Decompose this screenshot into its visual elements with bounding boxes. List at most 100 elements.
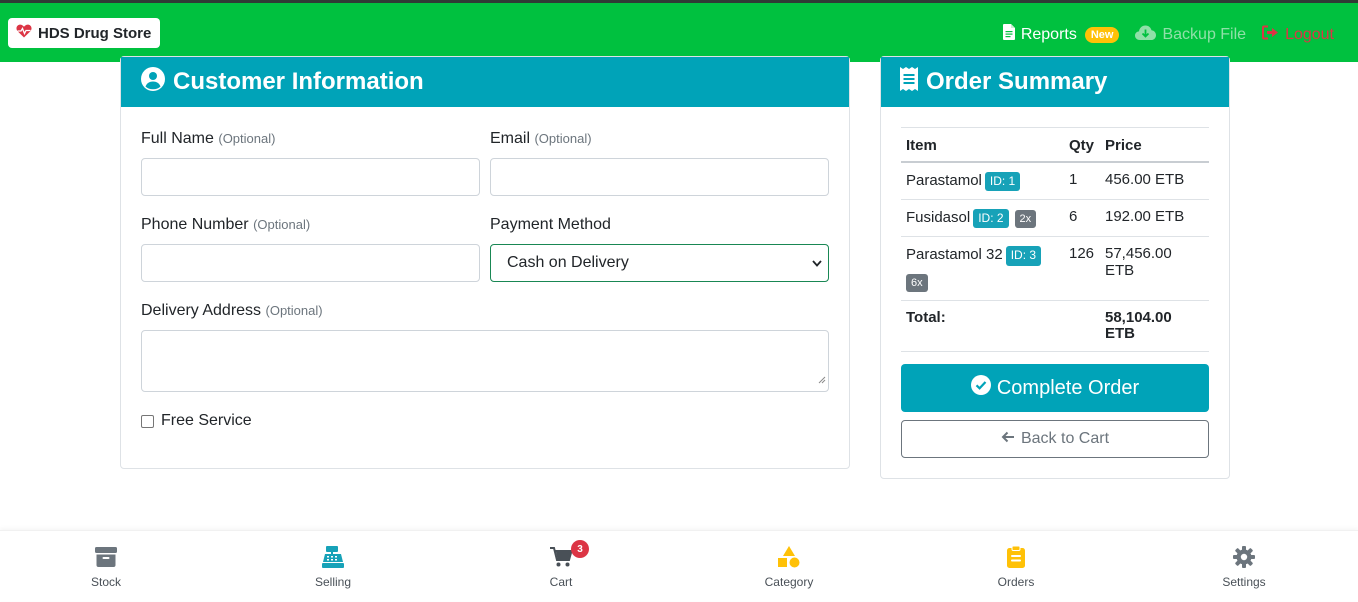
complete-order-label: Complete Order	[996, 376, 1140, 399]
settings-label: Settings	[1222, 575, 1266, 589]
new-badge: New	[1084, 26, 1120, 43]
phone-label-text: Phone Number	[141, 216, 249, 233]
delivery-address-textarea[interactable]	[141, 330, 829, 392]
orders-label: Orders	[997, 575, 1035, 589]
receipt-icon	[900, 66, 918, 98]
optional-hint: (Optional)	[253, 217, 311, 232]
bottom-navbar: Stock Selling Cart 3 Category Orders Set…	[0, 530, 1358, 601]
item-name: Parastamol 32	[906, 246, 1003, 264]
logout-label: Logout	[1285, 25, 1334, 43]
bottom-nav-stock[interactable]: Stock	[46, 531, 166, 602]
shapes-icon	[778, 545, 800, 569]
col-qty-header: Qty	[1064, 127, 1100, 163]
bottom-nav-orders[interactable]: Orders	[956, 531, 1076, 602]
free-service-label: Free Service	[161, 412, 252, 429]
archive-icon	[95, 545, 117, 569]
price-cell: 192.00 ETB	[1100, 199, 1209, 238]
qty-cell: 126	[1064, 236, 1100, 301]
order-summary-card: Order Summary Item Qty Price Parastamol I…	[880, 56, 1230, 479]
item-cell: Parastamol ID: 1	[901, 162, 1064, 201]
payment-method-label: Payment Method	[490, 216, 611, 234]
id-badge: ID: 2	[973, 209, 1009, 229]
logout-link[interactable]: Logout	[1262, 25, 1334, 45]
col-price-header: Price	[1100, 127, 1209, 163]
payment-method-value: Cash on Delivery	[507, 254, 629, 271]
multiplier-badge: 6x	[906, 273, 928, 292]
total-row: Total: 58,104.00 ETB	[901, 300, 1209, 352]
payment-method-select[interactable]: Cash on Delivery	[490, 244, 829, 282]
bottom-nav-settings[interactable]: Settings	[1184, 531, 1304, 602]
item-name: Fusidasol	[906, 209, 971, 227]
col-item-header: Item	[901, 127, 1064, 163]
qty-cell: 1	[1064, 162, 1100, 201]
logout-icon	[1262, 25, 1279, 45]
top-navbar: HDS Drug Store Reports New Backup File L…	[0, 3, 1358, 62]
table-header-row: Item Qty Price	[901, 127, 1209, 163]
complete-order-button[interactable]: Complete Order	[901, 364, 1209, 412]
phone-label: Phone Number (Optional)	[141, 216, 310, 234]
price-cell: 456.00 ETB	[1100, 162, 1209, 201]
order-summary-header: Order Summary	[881, 57, 1229, 107]
gear-icon	[1233, 545, 1255, 569]
total-value: 58,104.00 ETB	[1100, 300, 1209, 352]
optional-hint: (Optional)	[218, 131, 276, 146]
cash-register-icon	[322, 545, 344, 569]
email-input[interactable]	[490, 158, 829, 196]
reports-link[interactable]: Reports New	[1002, 24, 1120, 45]
email-label-text: Email	[490, 130, 531, 147]
full-name-label-text: Full Name	[141, 130, 214, 147]
table-row: Parastamol ID: 1 1 456.00 ETB	[901, 162, 1209, 201]
free-service-row[interactable]: Free Service	[141, 412, 252, 430]
bottom-nav-category[interactable]: Category	[729, 531, 849, 602]
clipboard-icon	[1007, 545, 1025, 569]
category-label: Category	[764, 575, 814, 589]
table-row: Fusidasol ID: 2 2x 6 192.00 ETB	[901, 199, 1209, 238]
optional-hint: (Optional)	[534, 131, 592, 146]
back-to-cart-label: Back to Cart	[1020, 430, 1110, 447]
address-label-text: Delivery Address	[141, 302, 262, 319]
back-to-cart-button[interactable]: Back to Cart	[901, 420, 1209, 458]
heart-pulse-icon	[16, 24, 32, 43]
cart-count-badge: 3	[571, 540, 589, 558]
customer-info-card: Customer Information Full Name (Optional…	[120, 56, 850, 469]
item-cell: Parastamol 32 ID: 3 6x	[901, 236, 1064, 301]
full-name-label: Full Name (Optional)	[141, 130, 275, 148]
resize-handle-icon	[818, 371, 826, 389]
cloud-download-icon	[1135, 25, 1157, 45]
check-circle-icon	[970, 375, 991, 401]
customer-info-header: Customer Information	[121, 57, 849, 107]
delivery-address-label: Delivery Address (Optional)	[141, 302, 323, 320]
customer-info-title: Customer Information	[173, 68, 424, 95]
order-items-table: Item Qty Price Parastamol ID: 1 1 456.00 …	[901, 127, 1209, 352]
price-cell: 57,456.00 ETB	[1100, 236, 1209, 301]
qty-cell: 6	[1064, 199, 1100, 238]
free-service-checkbox[interactable]	[141, 414, 154, 428]
brand-name: HDS Drug Store	[38, 24, 152, 42]
file-icon	[1002, 24, 1015, 45]
multiplier-badge: 2x	[1014, 210, 1037, 229]
email-label: Email (Optional)	[490, 130, 592, 148]
table-row: Parastamol 32 ID: 3 6x 126 57,456.00 ETB	[901, 236, 1209, 301]
brand-logo[interactable]: HDS Drug Store	[8, 18, 161, 48]
item-cell: Fusidasol ID: 2 2x	[901, 199, 1064, 238]
reports-label: Reports	[1020, 25, 1077, 43]
id-badge: ID: 3	[1005, 246, 1042, 266]
id-badge: ID: 1	[984, 172, 1021, 192]
chevron-down-icon	[812, 254, 822, 272]
full-name-input[interactable]	[141, 158, 480, 196]
bottom-nav-selling[interactable]: Selling	[273, 531, 393, 602]
optional-hint: (Optional)	[265, 303, 323, 318]
bottom-nav-cart[interactable]: Cart 3	[501, 531, 621, 602]
cart-icon	[550, 545, 572, 569]
backup-link[interactable]: Backup File	[1135, 25, 1246, 45]
total-label: Total:	[901, 300, 1100, 352]
item-name: Parastamol	[906, 172, 982, 189]
backup-label: Backup File	[1162, 25, 1247, 43]
payment-label-text: Payment Method	[490, 216, 611, 233]
stock-label: Stock	[90, 575, 121, 589]
cart-label: Cart	[549, 575, 573, 589]
selling-label: Selling	[314, 575, 352, 589]
phone-input[interactable]	[141, 244, 480, 282]
order-summary-title: Order Summary	[926, 68, 1108, 95]
user-circle-icon	[141, 66, 165, 98]
